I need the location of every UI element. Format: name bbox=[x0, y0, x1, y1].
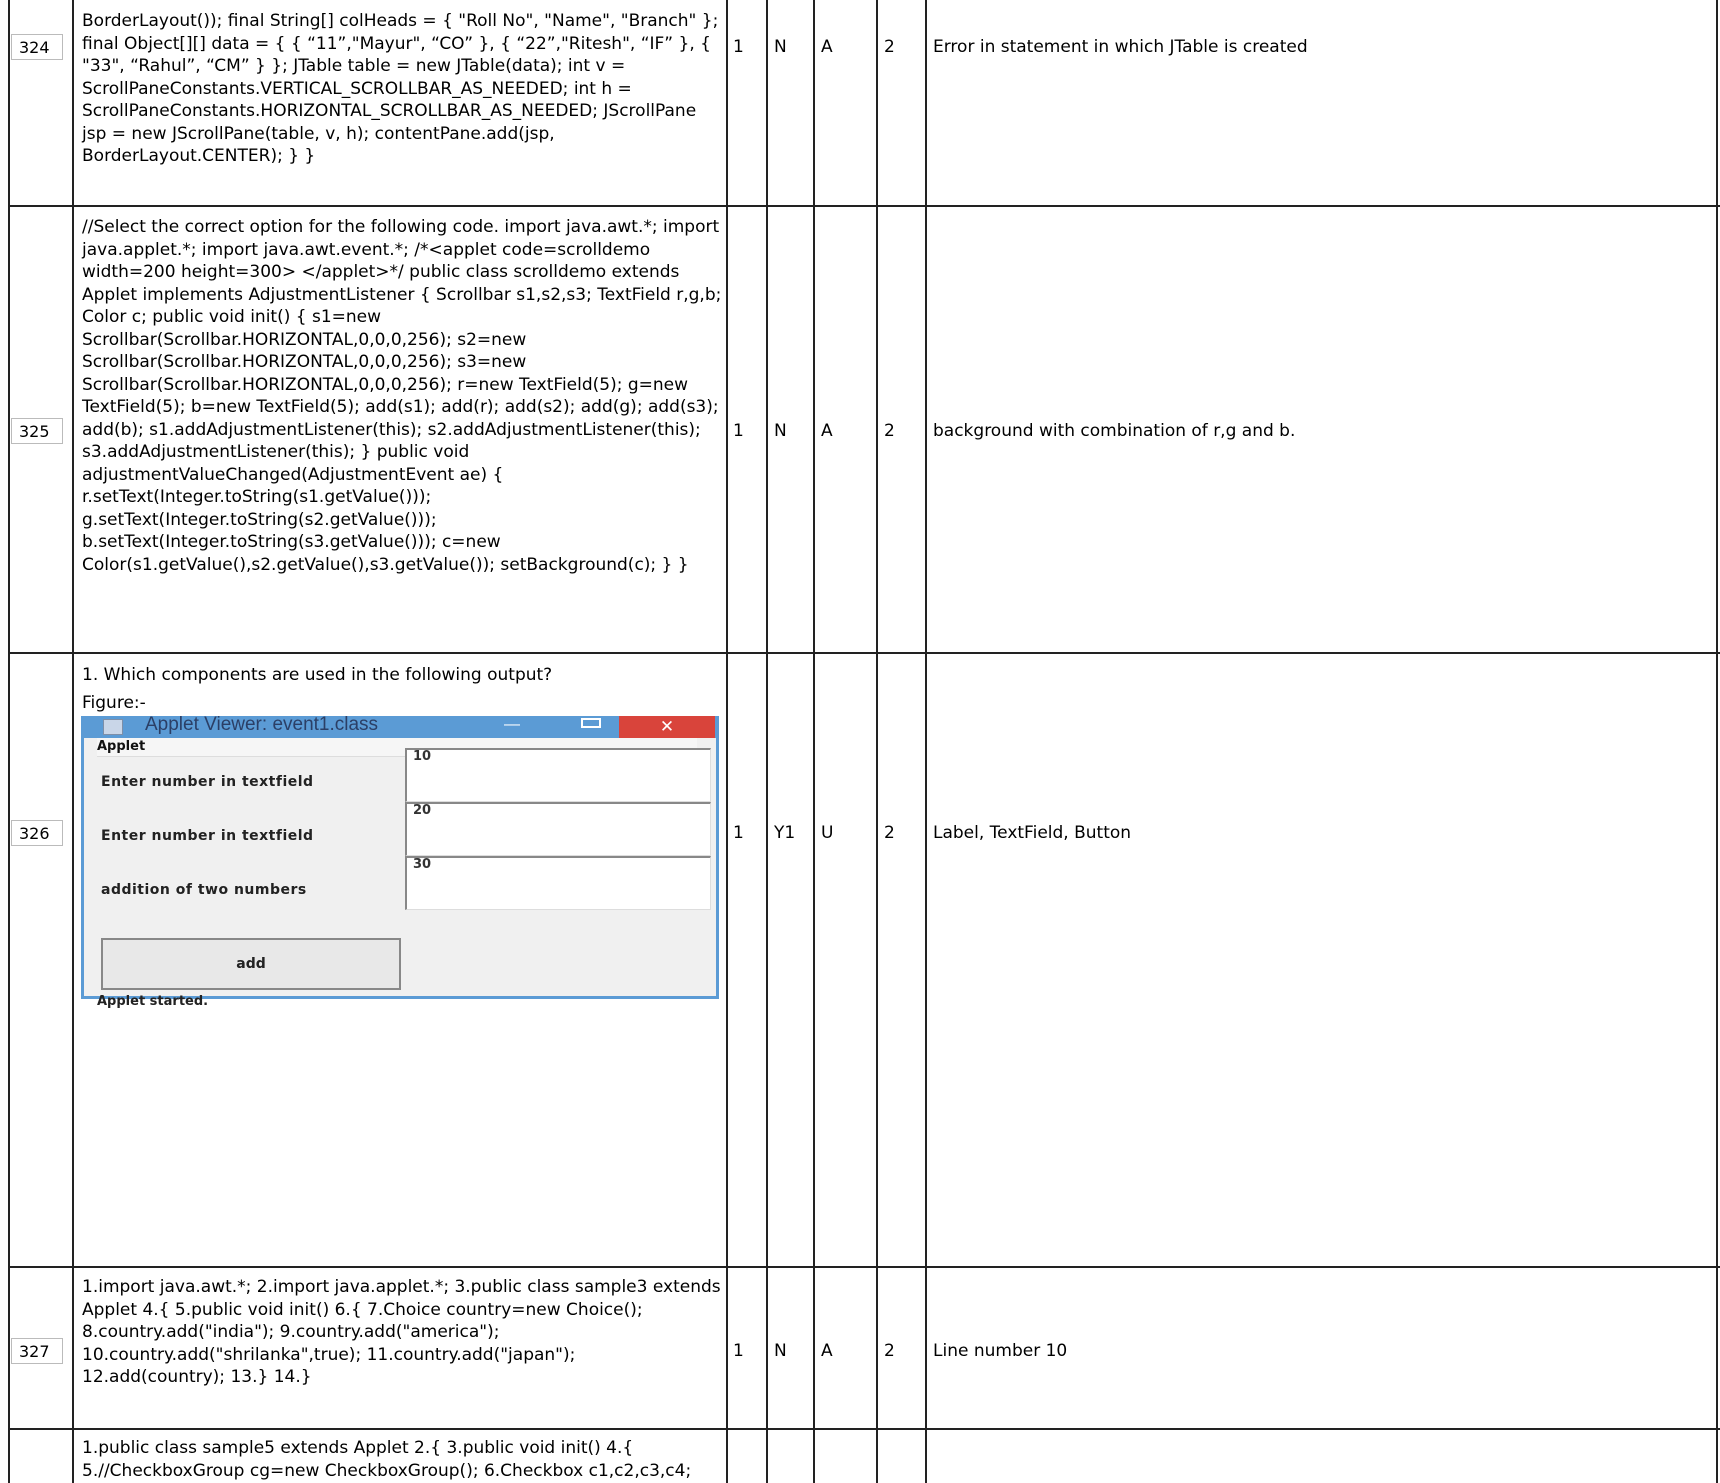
flag-cell: N bbox=[774, 421, 787, 441]
figure-textfield-2: 20 bbox=[405, 802, 711, 856]
applet-title: Applet Viewer: event1.class bbox=[145, 714, 379, 735]
answer-cell: Line number 10 bbox=[933, 1341, 1068, 1361]
answer-cell: background with combination of r,g and b… bbox=[933, 421, 1296, 441]
question-text: 1. Which components are used in the foll… bbox=[82, 665, 553, 685]
question-number: 325 bbox=[11, 418, 63, 444]
applet-viewer-figure: Applet Viewer: event1.class — ✕ Applet E… bbox=[81, 714, 719, 1009]
figure-label: Figure:- bbox=[82, 693, 146, 713]
applet-client-area: Applet Enter number in textfield 10 Ente… bbox=[84, 738, 716, 1009]
row-divider bbox=[8, 205, 1720, 207]
co-cell: 2 bbox=[884, 421, 895, 441]
answer-cell: Error in statement in which JTable is cr… bbox=[933, 37, 1308, 57]
row-divider bbox=[8, 1428, 1720, 1430]
applet-titlebar: Applet Viewer: event1.class — ✕ bbox=[81, 714, 719, 738]
level-cell: U bbox=[821, 823, 834, 843]
java-app-icon bbox=[103, 719, 123, 735]
flag-cell: N bbox=[774, 37, 787, 57]
marks-cell: 1 bbox=[733, 823, 744, 843]
figure-add-button: add bbox=[101, 938, 401, 990]
question-text: 1.import java.awt.*; 2.import java.apple… bbox=[82, 1277, 721, 1387]
close-icon: ✕ bbox=[619, 716, 715, 738]
column-divider bbox=[766, 0, 768, 1483]
question-number: 327 bbox=[11, 1338, 63, 1364]
figure-label-1: Enter number in textfield bbox=[101, 774, 314, 790]
column-divider bbox=[72, 0, 74, 1483]
level-cell: A bbox=[821, 421, 833, 441]
figure-label-2: Enter number in textfield bbox=[101, 828, 314, 844]
question-text: 1.public class sample5 extends Applet 2.… bbox=[82, 1438, 692, 1481]
row-divider bbox=[8, 652, 1720, 654]
answer-cell: Label, TextField, Button bbox=[933, 823, 1132, 843]
column-divider bbox=[726, 0, 728, 1483]
applet-status: Applet started. bbox=[97, 994, 209, 1009]
question-number: 326 bbox=[11, 820, 63, 846]
maximize-icon bbox=[581, 718, 601, 728]
flag-cell: N bbox=[774, 1341, 787, 1361]
column-divider bbox=[813, 0, 815, 1483]
marks-cell: 1 bbox=[733, 1341, 744, 1361]
marks-cell: 1 bbox=[733, 421, 744, 441]
figure-label-3: addition of two numbers bbox=[101, 882, 307, 898]
column-divider bbox=[925, 0, 927, 1483]
table-border-right bbox=[1716, 0, 1718, 1483]
level-cell: A bbox=[821, 1341, 833, 1361]
co-cell: 2 bbox=[884, 823, 895, 843]
level-cell: A bbox=[821, 37, 833, 57]
figure-textfield-1: 10 bbox=[405, 748, 711, 802]
question-number: 324 bbox=[11, 34, 63, 60]
question-text: //Select the correct option for the foll… bbox=[82, 217, 722, 575]
row-divider bbox=[8, 1266, 1720, 1268]
question-text: BorderLayout()); final String[] colHeads… bbox=[82, 11, 719, 166]
column-divider bbox=[876, 0, 878, 1483]
table-border-left bbox=[8, 0, 10, 1483]
figure-textfield-3: 30 bbox=[405, 856, 711, 910]
flag-cell: Y1 bbox=[774, 823, 796, 843]
marks-cell: 1 bbox=[733, 37, 744, 57]
co-cell: 2 bbox=[884, 1341, 895, 1361]
co-cell: 2 bbox=[884, 37, 895, 57]
minimize-icon: — bbox=[504, 716, 520, 733]
question-table: 324 BorderLayout()); final String[] colH… bbox=[0, 0, 1720, 1483]
